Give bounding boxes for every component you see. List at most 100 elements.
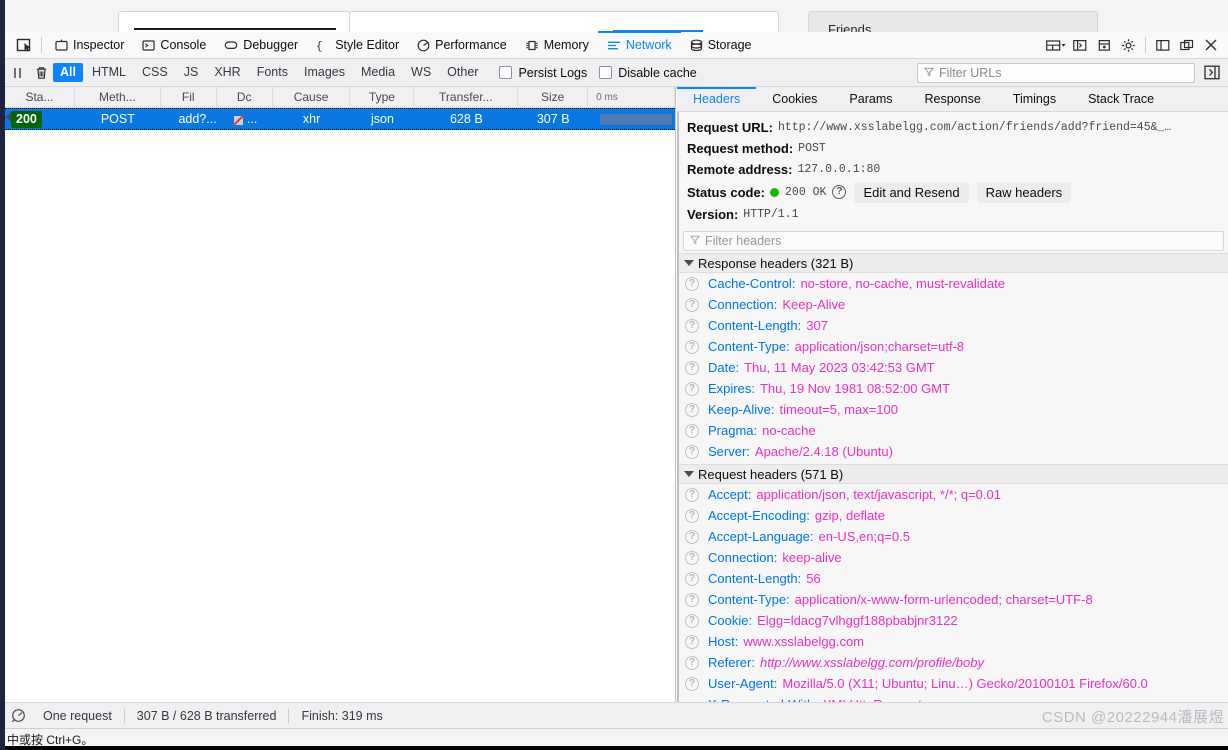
browser-tab-3-label: Friends bbox=[828, 22, 872, 32]
help-icon-small[interactable]: ? bbox=[685, 571, 699, 586]
help-icon-small[interactable]: ? bbox=[685, 613, 699, 628]
tab-inspector[interactable]: Inspector bbox=[46, 32, 133, 59]
tab-cookies[interactable]: Cookies bbox=[756, 87, 833, 111]
header-value: Thu, 11 May 2023 03:42:53 GMT bbox=[744, 360, 935, 375]
toggle-details-pane-icon[interactable] bbox=[1201, 62, 1223, 84]
filter-type-media[interactable]: Media bbox=[354, 63, 402, 82]
pause-icon[interactable] bbox=[5, 61, 29, 85]
details-tab-bar: Headers Cookies Params Response Timings … bbox=[677, 87, 1228, 112]
help-icon-small[interactable]: ? bbox=[685, 402, 699, 417]
help-icon-small[interactable]: ? bbox=[685, 318, 699, 333]
separate-window-icon[interactable] bbox=[1176, 34, 1198, 56]
header-value: Keep-Alive bbox=[782, 297, 846, 312]
header-row: ? Keep-Alive: timeout=5, max=100 bbox=[679, 399, 1228, 420]
help-icon-small[interactable]: ? bbox=[685, 444, 699, 459]
help-icon-small[interactable]: ? bbox=[685, 276, 699, 291]
header-name: Content-Type: bbox=[708, 339, 790, 354]
help-icon[interactable]: ? bbox=[832, 185, 847, 199]
column-header-cause[interactable]: Cause bbox=[273, 86, 351, 108]
storage-icon bbox=[690, 39, 703, 52]
tab-timings[interactable]: Timings bbox=[997, 87, 1072, 111]
finish-label: Finish: 319 ms bbox=[301, 708, 383, 723]
network-filter-bar: All HTML CSS JS XHR Fonts Images Media W… bbox=[5, 59, 1228, 87]
browser-tab-2[interactable] bbox=[349, 11, 779, 32]
request-headers-section-toggle[interactable]: Request headers (571 B) bbox=[679, 464, 1228, 484]
response-headers-section-toggle[interactable]: Response headers (321 B) bbox=[679, 253, 1228, 273]
tab-stack-trace[interactable]: Stack Trace bbox=[1072, 87, 1170, 111]
network-throttle-icon[interactable] bbox=[5, 704, 31, 728]
version-line: Version: HTTP/1.1 bbox=[687, 204, 1228, 225]
help-icon-small[interactable]: ? bbox=[685, 360, 699, 375]
tab-memory[interactable]: Memory bbox=[516, 32, 598, 59]
request-method-value: POST bbox=[798, 142, 826, 155]
filter-urls-input[interactable]: Filter URLs bbox=[917, 62, 1195, 83]
header-row: ? Cookie: Elgg=ldacg7vlhggf188pbabjnr312… bbox=[679, 610, 1228, 631]
tab-response[interactable]: Response bbox=[909, 87, 997, 111]
console-icon bbox=[142, 39, 156, 52]
filter-type-html[interactable]: HTML bbox=[85, 63, 133, 82]
filter-type-js[interactable]: JS bbox=[177, 63, 206, 82]
filter-type-all[interactable]: All bbox=[53, 63, 83, 82]
help-icon-small[interactable]: ? bbox=[685, 381, 699, 396]
persist-logs-checkbox[interactable]: Persist Logs bbox=[499, 66, 587, 80]
tab-console[interactable]: Console bbox=[133, 32, 215, 59]
column-header-timeline[interactable]: 0 ms bbox=[588, 86, 675, 108]
dock-side-icon[interactable] bbox=[1152, 34, 1174, 56]
help-icon-small[interactable]: ? bbox=[685, 592, 699, 607]
help-icon-small[interactable]: ? bbox=[685, 297, 699, 312]
help-icon-small[interactable]: ? bbox=[685, 634, 699, 649]
filter-type-fonts[interactable]: Fonts bbox=[250, 63, 295, 82]
funnel-icon-headers bbox=[689, 234, 701, 248]
screenshot-icon[interactable] bbox=[1093, 34, 1115, 56]
filter-type-ws[interactable]: WS bbox=[404, 63, 438, 82]
close-icon[interactable] bbox=[1200, 34, 1222, 56]
filter-headers-input[interactable]: Filter headers bbox=[683, 231, 1224, 251]
tab-debugger[interactable]: Debugger bbox=[215, 32, 307, 59]
raw-headers-button[interactable]: Raw headers bbox=[976, 181, 1072, 203]
column-header-domain[interactable]: Dc bbox=[217, 86, 273, 108]
tab-performance[interactable]: Performance bbox=[408, 32, 516, 59]
header-name: Connection: bbox=[708, 550, 778, 565]
responsive-design-mode-icon[interactable] bbox=[1045, 34, 1067, 56]
column-header-size[interactable]: Size bbox=[518, 86, 589, 108]
browser-chrome-strip: Friends bbox=[0, 0, 1228, 33]
help-icon-small[interactable]: ? bbox=[685, 655, 699, 670]
help-icon-small[interactable]: ? bbox=[685, 529, 699, 544]
help-icon-small[interactable]: ? bbox=[685, 339, 699, 354]
column-header-transferred[interactable]: Transfer... bbox=[414, 86, 519, 108]
help-icon-small[interactable]: ? bbox=[685, 487, 699, 502]
help-icon-small[interactable]: ? bbox=[685, 423, 699, 438]
tab-style-editor[interactable]: { } Style Editor bbox=[307, 32, 408, 59]
help-icon-small[interactable]: ? bbox=[685, 676, 699, 691]
trash-icon[interactable] bbox=[29, 61, 53, 85]
tab-storage[interactable]: Storage bbox=[681, 32, 761, 59]
help-icon-small[interactable]: ? bbox=[685, 550, 699, 565]
tab-headers[interactable]: Headers bbox=[677, 87, 757, 111]
column-header-type[interactable]: Type bbox=[350, 86, 415, 108]
header-name: Keep-Alive: bbox=[708, 402, 775, 417]
help-icon-small[interactable]: ? bbox=[685, 508, 699, 523]
tab-network[interactable]: Network bbox=[597, 30, 681, 59]
edit-and-resend-button[interactable]: Edit and Resend bbox=[854, 181, 969, 203]
table-row[interactable]: 200 POST add?... ... xhr json 628 B 307 … bbox=[5, 108, 675, 130]
column-header-status[interactable]: Sta... bbox=[5, 86, 75, 108]
header-row: ? Cache-Control: no-store, no-cache, mus… bbox=[679, 273, 1228, 294]
settings-gear-icon[interactable] bbox=[1117, 34, 1139, 56]
header-row: ? Content-Length: 307 bbox=[679, 315, 1228, 336]
tab-console-label: Console bbox=[160, 38, 207, 52]
request-url-value: http://www.xsslabelgg.com/action/friends… bbox=[777, 121, 1178, 134]
chevron-down-icon bbox=[684, 260, 694, 266]
element-picker-button[interactable] bbox=[11, 33, 37, 57]
column-header-method[interactable]: Meth... bbox=[75, 86, 161, 108]
tab-params[interactable]: Params bbox=[833, 87, 908, 111]
filter-type-xhr[interactable]: XHR bbox=[207, 63, 247, 82]
filter-type-other[interactable]: Other bbox=[440, 63, 485, 82]
filter-type-images[interactable]: Images bbox=[297, 63, 352, 82]
header-name: Expires: bbox=[708, 381, 755, 396]
header-name: Accept: bbox=[708, 487, 752, 502]
disable-cache-checkbox[interactable]: Disable cache bbox=[599, 66, 697, 80]
row-domain-label: ... bbox=[246, 112, 258, 126]
column-header-file[interactable]: Fil bbox=[161, 86, 217, 108]
filter-type-css[interactable]: CSS bbox=[135, 63, 175, 82]
split-console-icon[interactable] bbox=[1069, 34, 1091, 56]
